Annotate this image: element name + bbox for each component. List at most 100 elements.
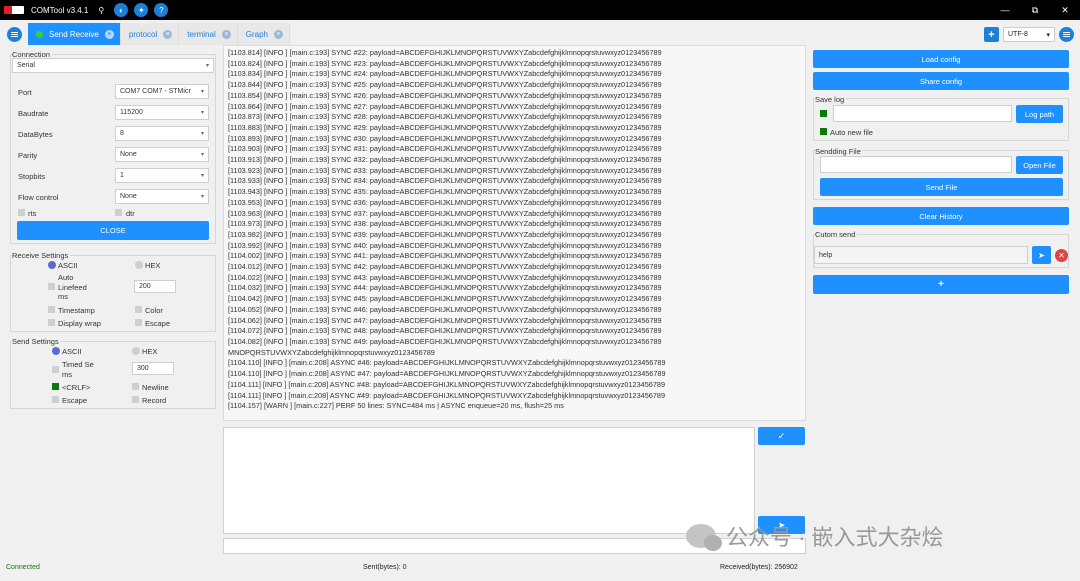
timestamp-checkbox[interactable] bbox=[48, 306, 55, 313]
log-line: [1104.032] [INFO ] [main.c:193] SYNC #44… bbox=[228, 283, 662, 293]
log-path-input[interactable] bbox=[833, 105, 1012, 122]
auto-new-file-checkbox[interactable] bbox=[820, 128, 827, 135]
auto-linefeed-input[interactable]: 200 bbox=[134, 280, 176, 293]
log-line: [1103.943] [INFO ] [main.c:193] SYNC #35… bbox=[228, 187, 662, 197]
send-escape-checkbox[interactable] bbox=[52, 396, 59, 403]
receive-escape-checkbox[interactable] bbox=[135, 319, 142, 326]
port-select[interactable]: COM7 COM7 - STMicr ▾ bbox=[115, 84, 209, 99]
app-logo-icon bbox=[4, 6, 24, 14]
newline-checkbox[interactable] bbox=[132, 383, 139, 390]
plugin-icon[interactable]: ✦ bbox=[134, 3, 149, 17]
receive-hex-label: HEX bbox=[145, 261, 161, 270]
connected-dot-icon bbox=[36, 30, 43, 38]
chevron-down-icon: ▾ bbox=[200, 110, 204, 116]
watermark-text: 公众号 · 嵌入式大杂烩 bbox=[726, 525, 944, 550]
log-line: [1103.973] [INFO ] [main.c:193] SYNC #38… bbox=[228, 219, 662, 229]
tab-send-receive[interactable]: Send Receive × bbox=[28, 23, 121, 45]
databytes-value: 8 bbox=[120, 130, 124, 137]
close-tab-icon[interactable]: × bbox=[163, 29, 173, 39]
timestamp-label: Timestamp bbox=[58, 306, 95, 315]
flow-control-select[interactable]: None ▾ bbox=[115, 189, 209, 204]
custom-send-input[interactable]: help bbox=[814, 246, 1028, 264]
pin-icon[interactable]: ⚲ bbox=[94, 3, 108, 17]
encoding-select[interactable]: UTF-8 ▾ bbox=[1003, 27, 1055, 42]
timed-send-checkbox[interactable] bbox=[52, 366, 59, 373]
baudrate-value: 115200 bbox=[120, 109, 143, 116]
log-line: [1103.913] [INFO ] [main.c:193] SYNC #32… bbox=[228, 155, 662, 165]
send-file-button[interactable]: Send File bbox=[820, 178, 1063, 196]
load-config-button[interactable]: Load config bbox=[813, 50, 1069, 68]
left-menu-button[interactable] bbox=[7, 27, 22, 42]
receive-ascii-radio[interactable] bbox=[48, 261, 56, 269]
log-line: [1103.844] [INFO ] [main.c:193] SYNC #25… bbox=[228, 80, 662, 90]
record-checkbox[interactable] bbox=[132, 396, 139, 403]
open-file-button[interactable]: Open File bbox=[1016, 156, 1063, 174]
rts-checkbox[interactable] bbox=[18, 209, 25, 216]
close-tab-icon[interactable]: × bbox=[273, 29, 283, 39]
maximize-button[interactable]: ⧉ bbox=[1020, 0, 1050, 20]
color-checkbox[interactable] bbox=[135, 306, 142, 313]
clear-history-button[interactable]: Clear History bbox=[813, 207, 1069, 225]
chevron-down-icon: ▾ bbox=[200, 89, 204, 95]
receive-settings-panel bbox=[10, 255, 216, 332]
receive-settings-title: Receive Settings bbox=[12, 251, 71, 260]
log-line: [1103.953] [INFO ] [main.c:193] SYNC #36… bbox=[228, 197, 662, 207]
log-line: [1104.157] [WARN ] [main.c:227] PERF 50 … bbox=[228, 401, 564, 411]
send-escape-label: Escape bbox=[62, 396, 88, 405]
receive-hex-radio[interactable] bbox=[135, 261, 143, 269]
minimize-button[interactable]: — bbox=[990, 0, 1020, 20]
dtr-checkbox[interactable] bbox=[115, 209, 122, 216]
dtr-label: dtr bbox=[126, 209, 135, 218]
databytes-select[interactable]: 8 ▾ bbox=[115, 126, 209, 141]
share-config-button[interactable]: Share config bbox=[813, 72, 1069, 90]
tab-graph[interactable]: Graph × bbox=[237, 23, 290, 45]
send-textarea[interactable] bbox=[223, 427, 755, 534]
connection-status: Connected bbox=[6, 564, 40, 571]
add-custom-send-button[interactable]: + bbox=[813, 275, 1069, 294]
wechat-logo-icon bbox=[686, 524, 722, 551]
send-hex-radio[interactable] bbox=[132, 347, 140, 355]
close-tab-icon[interactable]: × bbox=[221, 29, 231, 39]
save-log-checkbox[interactable] bbox=[820, 110, 827, 117]
display-wrap-checkbox[interactable] bbox=[48, 319, 55, 326]
baudrate-select[interactable]: 115200 ▾ bbox=[115, 105, 209, 120]
theme-icon[interactable]: ◐ bbox=[114, 3, 129, 17]
close-tab-icon[interactable]: × bbox=[104, 29, 114, 39]
help-icon[interactable]: ? bbox=[154, 3, 169, 17]
crlf-checkbox[interactable] bbox=[52, 383, 59, 390]
tab-label: Send Receive bbox=[49, 29, 99, 39]
parity-select[interactable]: None ▾ bbox=[115, 147, 209, 162]
top-right-controls: + UTF-8 ▾ bbox=[984, 27, 1074, 42]
title-bar: COMTool v3.4.1 ⚲ ◐ ✦ ? — ⧉ ✕ bbox=[0, 0, 1080, 20]
close-icon: ✕ bbox=[1058, 251, 1065, 260]
log-line: [1104.082] [INFO ] [main.c:193] SYNC #49… bbox=[228, 336, 662, 346]
send-settings-panel bbox=[10, 341, 216, 409]
send-ascii-radio[interactable] bbox=[52, 347, 60, 355]
add-tab-button[interactable]: + bbox=[984, 27, 999, 42]
receive-log[interactable]: [1103.814] [INFO ] [main.c:193] SYNC #22… bbox=[223, 45, 806, 421]
sending-file-title: Sendding File bbox=[815, 147, 863, 156]
port-value: COM7 COM7 - STMicr bbox=[120, 88, 191, 95]
stopbits-select[interactable]: 1 ▾ bbox=[115, 168, 209, 183]
custom-send-button[interactable]: ➤ bbox=[1032, 246, 1051, 264]
remove-custom-send-button[interactable]: ✕ bbox=[1055, 249, 1068, 262]
chevron-down-icon: ▾ bbox=[200, 131, 204, 137]
clear-send-button[interactable]: ✓ bbox=[758, 427, 805, 445]
received-bytes: Received(bytes): 256902 bbox=[720, 564, 798, 571]
log-line: [1104.111] [INFO ] [main.c:208] ASYNC #4… bbox=[228, 379, 665, 389]
send-file-path-input[interactable] bbox=[820, 156, 1012, 173]
close-port-button[interactable]: CLOSE bbox=[17, 221, 209, 240]
log-line: [1103.854] [INFO ] [main.c:193] SYNC #26… bbox=[228, 90, 662, 100]
close-window-button[interactable]: ✕ bbox=[1050, 0, 1080, 20]
tab-protocol[interactable]: protocol × bbox=[120, 23, 180, 45]
log-path-button[interactable]: Log path bbox=[1016, 105, 1063, 123]
right-menu-button[interactable] bbox=[1059, 27, 1074, 42]
log-line: [1103.903] [INFO ] [main.c:193] SYNC #31… bbox=[228, 144, 662, 154]
auto-linefeed-checkbox[interactable] bbox=[48, 283, 55, 290]
timed-send-input[interactable]: 300 bbox=[132, 362, 174, 375]
auto-linefeed-label: Auto Linefeed ms bbox=[58, 273, 87, 301]
connection-type-select[interactable]: Serial ▾ bbox=[12, 58, 214, 73]
log-line: [1104.012] [INFO ] [main.c:193] SYNC #42… bbox=[228, 262, 662, 272]
check-icon: ✓ bbox=[777, 430, 786, 441]
tab-terminal[interactable]: terminal × bbox=[179, 23, 238, 45]
